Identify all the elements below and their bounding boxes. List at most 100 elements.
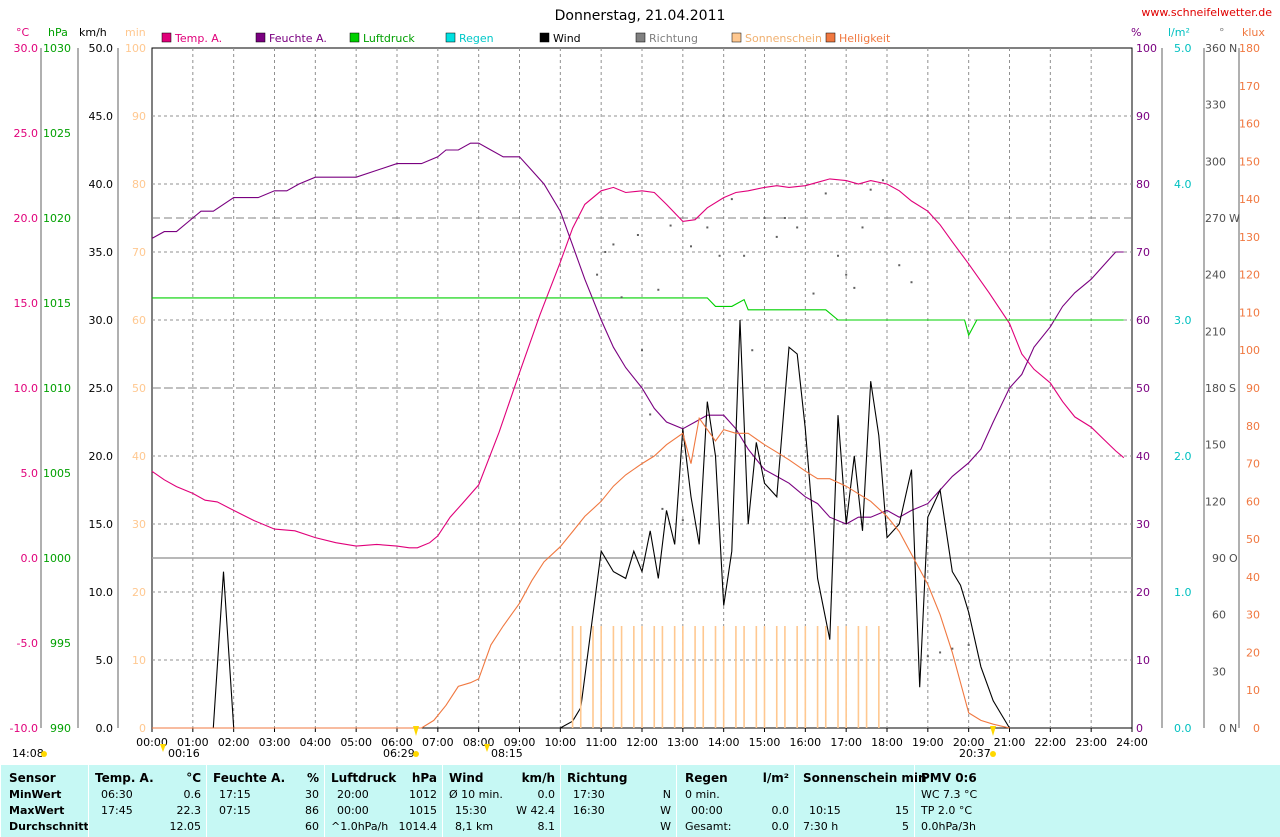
stats-dir-min-val: N — [662, 788, 671, 801]
direction-point — [681, 519, 684, 522]
y-tick-label-direction: 90 — [1212, 552, 1226, 565]
y-tick-label-direction: 240 — [1205, 269, 1226, 282]
y-tick-label-wind: 30.0 — [89, 314, 114, 327]
legend-swatch — [635, 32, 646, 43]
y-tick-label-lux: 170 — [1239, 80, 1260, 93]
stats-wind-min-label: Ø 10 min. — [449, 788, 503, 801]
stats-table: Sensor MinWert MaxWert Durchschnitt Temp… — [0, 765, 1280, 837]
y-tick-label-wind: 50.0 — [89, 42, 114, 55]
stats-sun-avg-val: 5 — [902, 820, 909, 833]
unit-sun: min — [125, 26, 146, 39]
legend-swatch — [349, 32, 360, 43]
chart-title: Donnerstag, 21.04.2011 — [555, 8, 726, 24]
y-tick-label-sun: 20 — [132, 586, 146, 599]
x-tick-label: 07:00 — [422, 736, 454, 749]
y-tick-label-lux: 150 — [1239, 155, 1260, 168]
y-tick-label-direction: 30 — [1212, 665, 1226, 678]
dir-compass-label: N — [1229, 722, 1237, 735]
stats-col-hum: Feuchte A. % 17:15 30 07:15 86 60 — [206, 765, 325, 837]
sun-icon — [41, 751, 47, 757]
stats-col-rain: Regen l/m² 0 min. 00:00 0.0 Gesamt: 0.0 — [676, 765, 795, 837]
direction-point — [730, 198, 733, 201]
sunrise-time: 06:29 — [383, 747, 415, 760]
stats-row-max: MaxWert — [9, 804, 65, 817]
y-tick-label-lux: 50 — [1246, 533, 1260, 546]
y-tick-label-temp: 30.0 — [14, 42, 39, 55]
stats-sun-hours: 7:30 h — [803, 820, 839, 833]
y-tick-label-humidity: 0 — [1136, 722, 1143, 735]
y-tick-label-temp: 25.0 — [14, 127, 39, 140]
stats-press-min-time: 20:00 — [337, 788, 369, 801]
stats-wind-avg-val: 8.1 — [537, 820, 556, 833]
x-tick-label: 14:00 — [708, 736, 740, 749]
direction-point — [812, 292, 815, 295]
y-tick-label-humidity: 30 — [1136, 518, 1150, 531]
moonrise-time: 00:16 — [168, 747, 200, 760]
stats-dir-max-time: 16:30 — [573, 804, 605, 817]
y-tick-label-humidity: 40 — [1136, 450, 1150, 463]
x-tick-label: 23:00 — [1075, 736, 1107, 749]
y-tick-label-temp: 5.0 — [21, 467, 39, 480]
stats-hum-avg-val: 60 — [305, 820, 319, 833]
y-tick-label-lux: 10 — [1246, 684, 1260, 697]
y-tick-label-humidity: 70 — [1136, 246, 1150, 259]
unit-direction: ° — [1219, 26, 1225, 39]
y-tick-label-humidity: 90 — [1136, 110, 1150, 123]
y-tick-label-humidity: 20 — [1136, 586, 1150, 599]
stats-press-unit: hPa — [411, 771, 437, 785]
sunrise-marker — [413, 726, 419, 736]
y-tick-label-sun: 10 — [132, 654, 146, 667]
y-tick-label-rain: 0.0 — [1174, 722, 1192, 735]
y-tick-label-direction: 330 — [1205, 99, 1226, 112]
stats-hum-max-val: 86 — [305, 804, 319, 817]
weather-chart: Donnerstag, 21.04.2011 www.schneifelwett… — [10, 6, 1273, 760]
stats-sensor-header: Sensor — [9, 771, 56, 785]
y-tick-label-direction: 0 — [1219, 722, 1226, 735]
stats-dir-max-val: W — [660, 804, 671, 817]
unit-wind: km/h — [79, 26, 107, 39]
stats-wind-header: Wind — [449, 771, 484, 785]
legend-label: Richtung — [649, 32, 698, 45]
site-link[interactable]: www.schneifelwetter.de — [1141, 6, 1272, 19]
stats-sun-max-time: 10:15 — [809, 804, 841, 817]
y-tick-label-direction: 270 — [1205, 212, 1226, 225]
y-tick-label-pressure: 1005 — [43, 467, 71, 480]
y-tick-label-wind: 15.0 — [89, 518, 114, 531]
y-tick-label-lux: 100 — [1239, 344, 1260, 357]
direction-point — [718, 254, 721, 257]
legend-label: Feuchte A. — [269, 32, 327, 45]
legend-label: Wind — [553, 32, 581, 45]
dir-compass-label: S — [1229, 382, 1236, 395]
y-tick-label-lux: 30 — [1246, 609, 1260, 622]
stats-dir-avg-val: W — [660, 820, 671, 833]
axes: 00:00 01:00 02:00 03:00 04:00 05:00 06:00 07:00… — [10, 42, 1260, 749]
direction-point — [763, 217, 766, 219]
unit-temp: °C — [16, 26, 30, 39]
stats-rain-total-label: Gesamt: — [685, 820, 732, 833]
x-tick-label: 24:00 — [1116, 736, 1148, 749]
stats-wind-max-val: W 42.4 — [516, 804, 555, 817]
stats-pmv-windchill: WC 7.3 °C — [921, 788, 978, 801]
y-tick-label-temp: -10.0 — [10, 722, 38, 735]
direction-point — [620, 296, 623, 299]
y-tick-label-wind: 40.0 — [89, 178, 114, 191]
direction-point — [824, 192, 827, 195]
stats-row-avg: Durchschnitt — [9, 820, 89, 833]
direction-point — [604, 251, 607, 253]
x-tick-label: 10:00 — [544, 736, 576, 749]
y-tick-label-sun: 90 — [132, 110, 146, 123]
stats-rain-max-time: 00:00 — [691, 804, 723, 817]
y-tick-label-sun: 40 — [132, 450, 146, 463]
unit-humidity: % — [1131, 26, 1141, 39]
direction-point — [743, 254, 746, 257]
direction-point — [796, 226, 799, 229]
sunset-time: 20:37 — [959, 747, 991, 760]
y-tick-label-direction: 150 — [1205, 439, 1226, 452]
direction-point — [661, 507, 664, 510]
series-luftdruck — [152, 297, 1124, 337]
x-tick-label: 12:00 — [626, 736, 658, 749]
stats-rain-unit: l/m² — [762, 771, 789, 785]
y-tick-label-humidity: 10 — [1136, 654, 1150, 667]
y-tick-label-direction: 300 — [1205, 155, 1226, 168]
y-tick-label-humidity: 80 — [1136, 178, 1150, 191]
